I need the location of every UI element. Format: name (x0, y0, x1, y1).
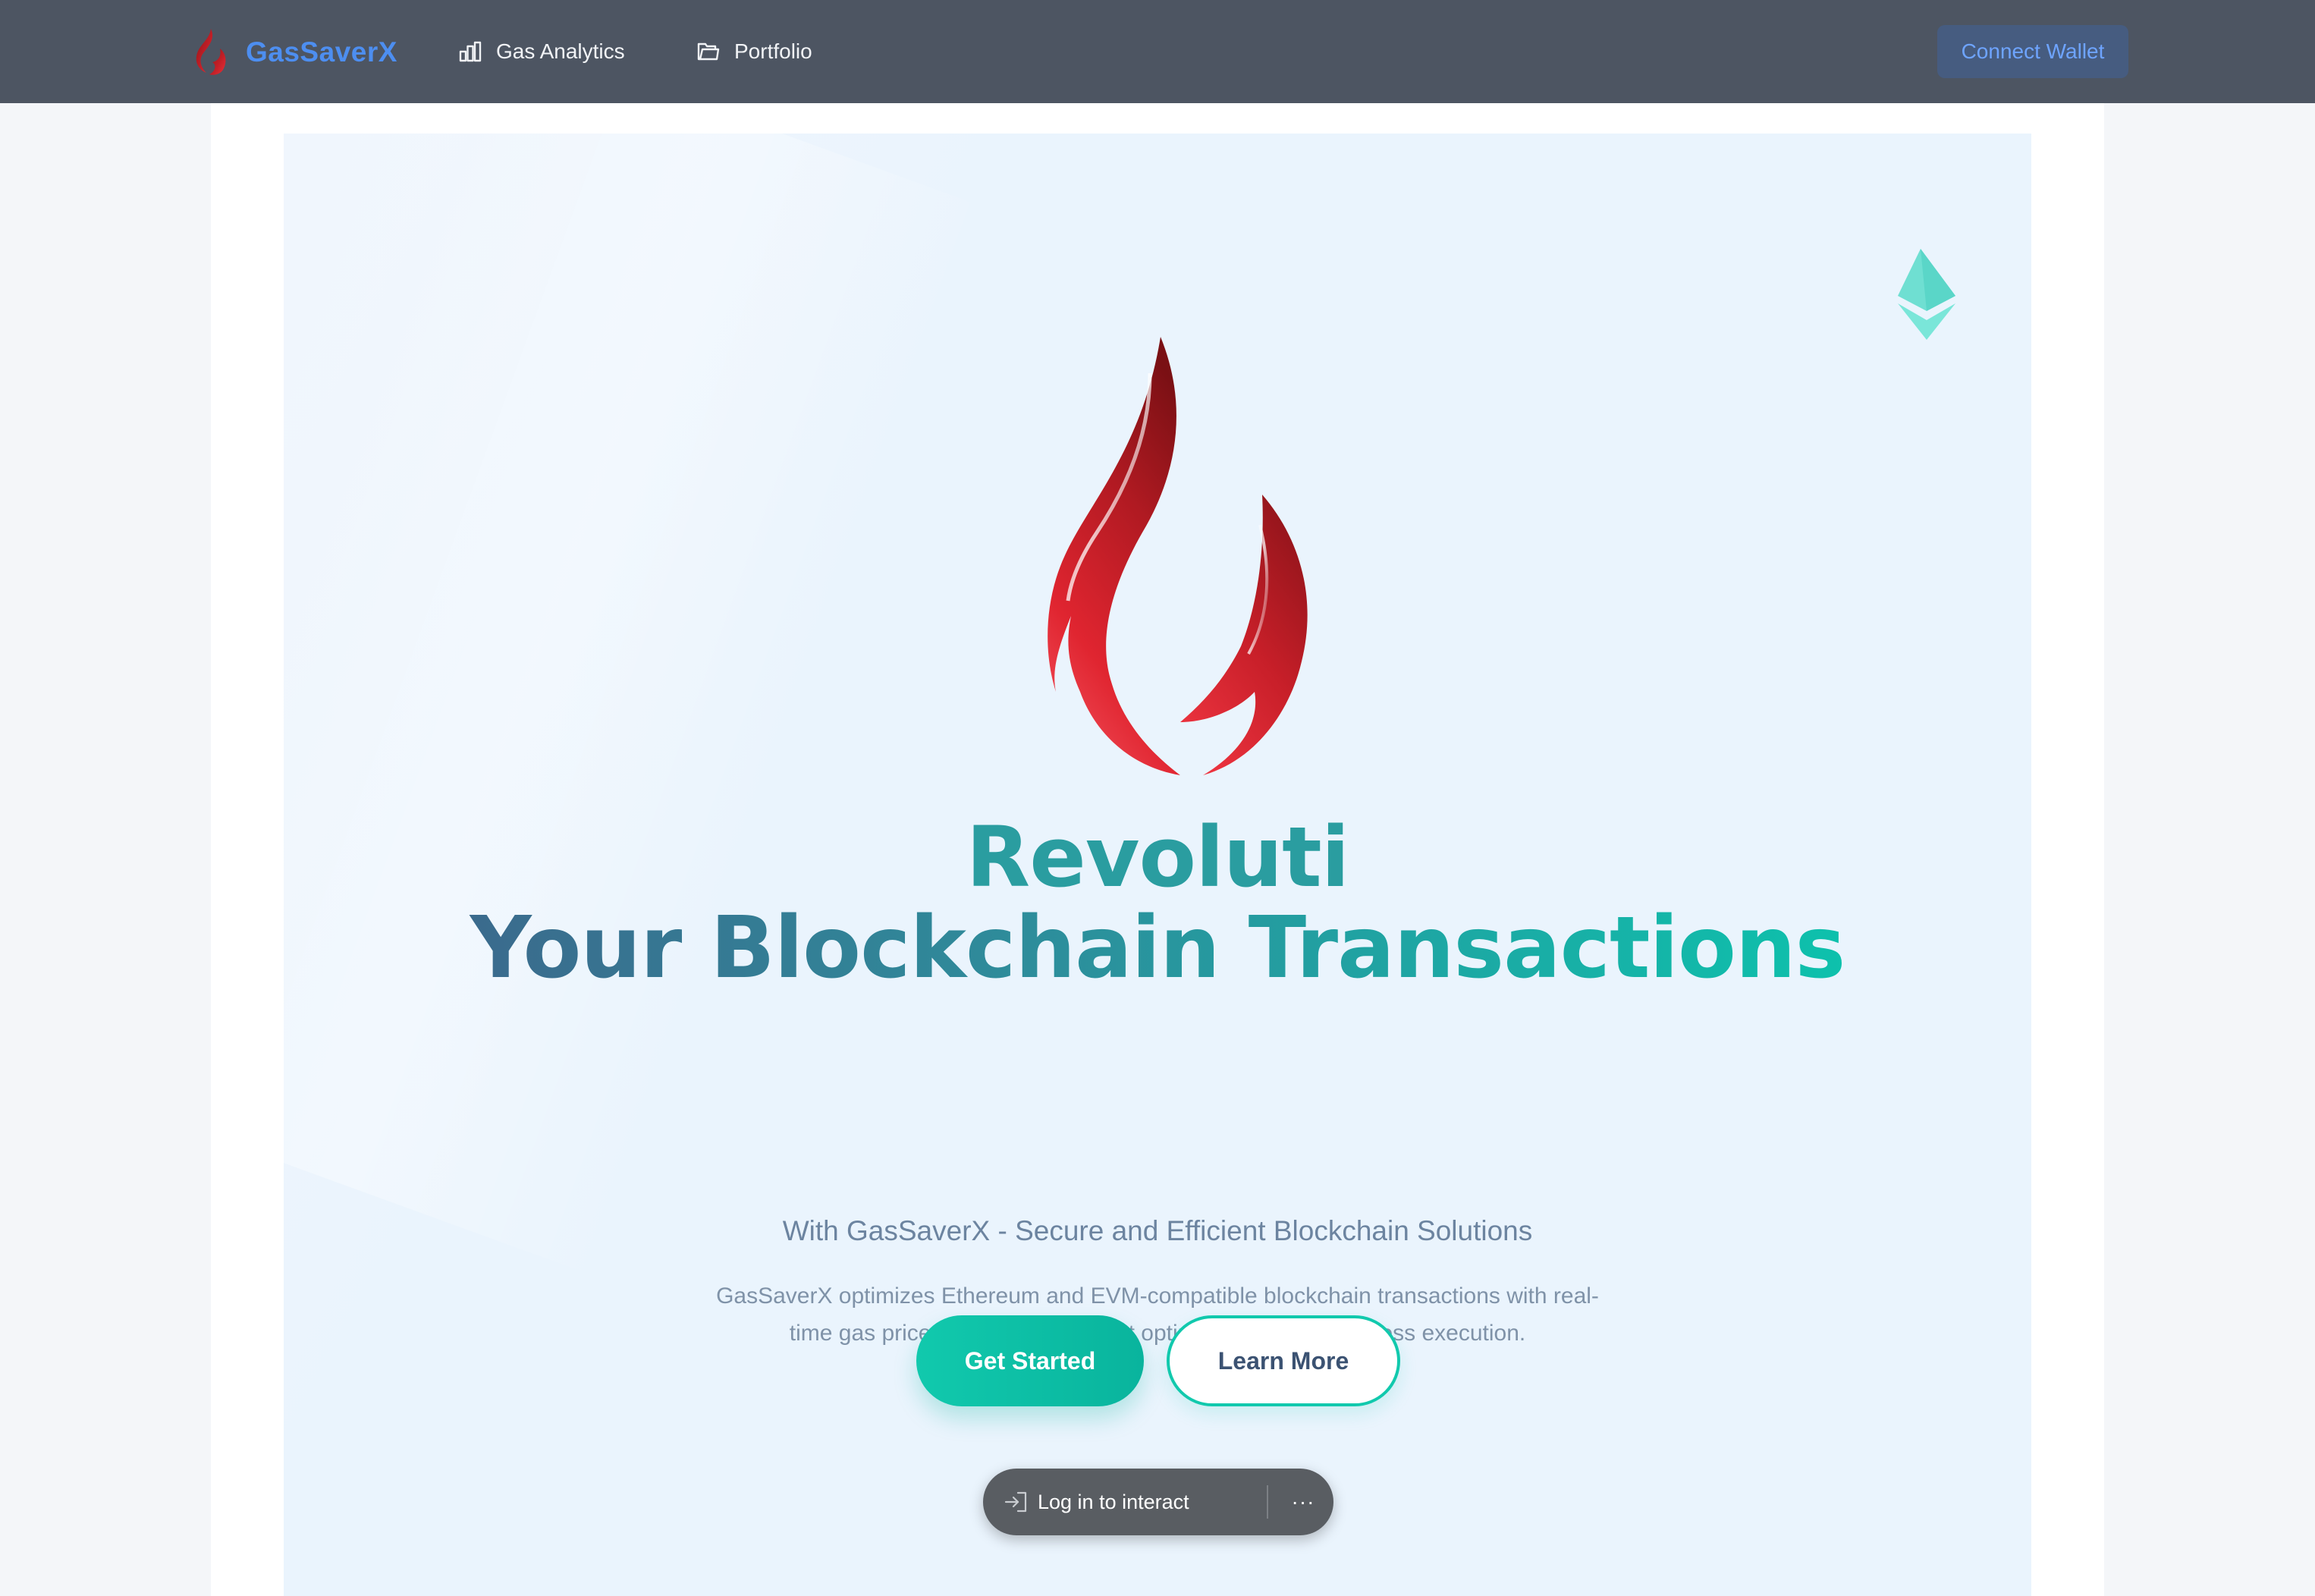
login-label: Log in to interact (1038, 1490, 1189, 1513)
learn-more-button[interactable]: Learn More (1167, 1315, 1400, 1406)
login-button[interactable]: Log in to interact (1003, 1469, 1189, 1535)
nav-portfolio[interactable]: Portfolio (696, 33, 812, 70)
nav-gas-analytics-label: Gas Analytics (496, 39, 625, 63)
login-bar-divider (1267, 1485, 1268, 1519)
flame-icon (1048, 337, 1308, 775)
top-navbar: GasSaverX Gas Analytics Portfolio Connec… (0, 0, 2315, 103)
login-icon (1004, 1491, 1027, 1513)
brand[interactable]: GasSaverX (193, 26, 397, 79)
hero-title-line-2: Your Blockchain Transactions (284, 903, 2031, 994)
get-started-button[interactable]: Get Started (916, 1315, 1144, 1406)
brand-name: GasSaverX (246, 36, 397, 68)
more-options-button[interactable]: ··· (1286, 1485, 1320, 1519)
nav-portfolio-label: Portfolio (734, 39, 812, 63)
hero-section: Revoluti Your Blockchain Transactions Wi… (284, 134, 2031, 1596)
login-bar: Log in to interact ··· (983, 1469, 1333, 1535)
flame-icon (196, 29, 226, 75)
hero-shine (284, 134, 989, 1278)
hero-description: GasSaverX optimizes Ethereum and EVM-com… (716, 1283, 1599, 1346)
connect-wallet-button[interactable]: Connect Wallet (1937, 25, 2128, 78)
hero-title-line-1: Revoluti (966, 809, 1350, 906)
bar-chart-icon (459, 41, 482, 62)
ethereum-icon (1898, 249, 1955, 340)
hero-subtitle: With GasSaverX - Secure and Efficient Bl… (782, 1215, 1533, 1246)
nav-gas-analytics[interactable]: Gas Analytics (458, 33, 625, 70)
hero-title: Revoluti Your Blockchain Transactions (284, 812, 2031, 994)
folder-icon (697, 42, 720, 61)
